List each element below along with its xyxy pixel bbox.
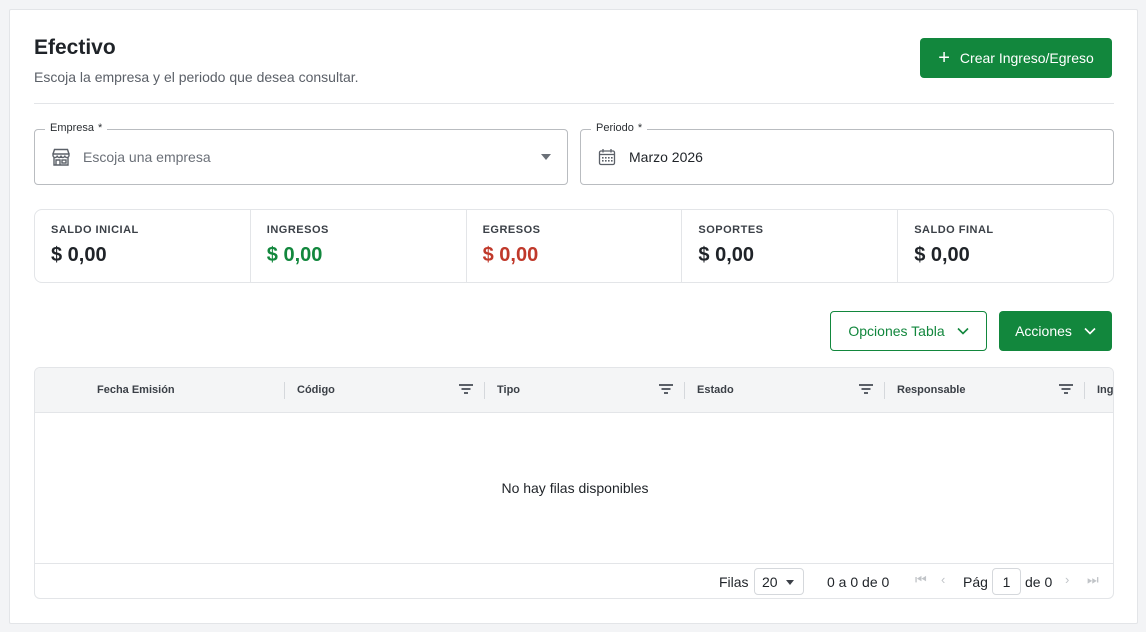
table-options-label: Opciones Tabla bbox=[848, 323, 945, 339]
stat-label: EGRESOS bbox=[482, 224, 541, 236]
filter-icon[interactable] bbox=[659, 383, 673, 395]
periodo-field-label: Periodo * bbox=[591, 122, 648, 134]
page-label: Pág bbox=[963, 574, 988, 590]
summary-stats: SALDO INICIAL $ 0,00 INGRESOS $ 0,00 EGR… bbox=[34, 209, 1114, 283]
empresa-placeholder: Escoja una empresa bbox=[83, 149, 211, 165]
stat-label: SALDO INICIAL bbox=[51, 224, 139, 236]
chevron-down-icon bbox=[541, 154, 551, 160]
actions-label: Acciones bbox=[1015, 323, 1072, 339]
stat-label: SOPORTES bbox=[698, 224, 764, 236]
page-total-text: de 0 bbox=[1025, 574, 1053, 590]
page-title: Efectivo bbox=[34, 36, 116, 59]
empresa-select[interactable]: Empresa * Escoja una empresa bbox=[34, 122, 568, 185]
rows-per-page-select[interactable]: 20 bbox=[754, 568, 804, 595]
column-header-tipo[interactable]: Tipo bbox=[485, 368, 685, 413]
stat-value: $ 0,00 bbox=[698, 244, 754, 266]
next-page-icon[interactable]: › bbox=[1065, 572, 1069, 587]
header-divider bbox=[34, 103, 1114, 104]
chevron-down-icon bbox=[957, 327, 969, 335]
store-icon bbox=[51, 147, 71, 167]
stat-value: $ 0,00 bbox=[51, 244, 107, 266]
create-button-label: Crear Ingreso/Egreso bbox=[959, 50, 1094, 66]
grid-header: Fecha Emisión Código Tipo Estado Respons… bbox=[35, 368, 1113, 413]
empty-rows-message: No hay filas disponibles bbox=[501, 480, 649, 496]
stat-saldo-final: SALDO FINAL $ 0,00 bbox=[898, 210, 1113, 282]
data-grid: Fecha Emisión Código Tipo Estado Respons… bbox=[34, 367, 1114, 599]
first-page-icon[interactable]: ⏮ bbox=[915, 572, 927, 588]
stat-saldo-inicial: SALDO INICIAL $ 0,00 bbox=[35, 210, 251, 282]
table-options-button[interactable]: Opciones Tabla bbox=[830, 311, 987, 351]
efectivo-card: Efectivo Escoja la empresa y el periodo … bbox=[9, 9, 1138, 624]
rows-per-page-label: Filas bbox=[719, 574, 749, 590]
stat-egresos: EGRESOS $ 0,00 bbox=[467, 210, 683, 282]
chevron-down-icon bbox=[786, 580, 794, 585]
stat-label: INGRESOS bbox=[266, 224, 329, 236]
last-page-icon[interactable]: ⏭ bbox=[1087, 572, 1099, 588]
create-ingreso-egreso-button[interactable]: + Crear Ingreso/Egreso bbox=[920, 38, 1112, 78]
column-header-estado[interactable]: Estado bbox=[685, 368, 885, 413]
stat-label: SALDO FINAL bbox=[914, 224, 994, 236]
row-range-text: 0 a 0 de 0 bbox=[827, 574, 890, 590]
current-page-input[interactable]: 1 bbox=[992, 568, 1021, 595]
periodo-picker[interactable]: Periodo * Marzo 2026 bbox=[580, 122, 1114, 185]
stat-value: $ 0,00 bbox=[266, 244, 323, 266]
stat-ingresos: INGRESOS $ 0,00 bbox=[251, 210, 467, 282]
filter-icon[interactable] bbox=[1059, 383, 1073, 395]
filter-icon[interactable] bbox=[459, 383, 473, 395]
column-header-fecha-emision[interactable]: Fecha Emisión bbox=[85, 368, 285, 413]
periodo-value: Marzo 2026 bbox=[629, 149, 703, 165]
column-header-codigo[interactable]: Código bbox=[285, 368, 485, 413]
filter-icon[interactable] bbox=[859, 383, 873, 395]
plus-icon: + bbox=[938, 47, 950, 69]
column-header-ingresos[interactable]: Ing bbox=[1085, 368, 1113, 413]
grid-pagination: Filas 20 0 a 0 de 0 ⏮ ‹ Pág 1 de 0 › ⏭ bbox=[35, 563, 1113, 598]
empresa-field-label: Empresa * bbox=[45, 122, 108, 134]
stat-value: $ 0,00 bbox=[482, 244, 539, 266]
calendar-icon bbox=[597, 147, 617, 167]
page-subtitle: Escoja la empresa y el periodo que desea… bbox=[34, 69, 359, 85]
stat-value: $ 0,00 bbox=[914, 244, 970, 266]
stat-soportes: SOPORTES $ 0,00 bbox=[682, 210, 899, 282]
actions-button[interactable]: Acciones bbox=[999, 311, 1112, 351]
column-header-responsable[interactable]: Responsable bbox=[885, 368, 1085, 413]
prev-page-icon[interactable]: ‹ bbox=[941, 572, 945, 587]
chevron-down-icon bbox=[1084, 327, 1096, 335]
